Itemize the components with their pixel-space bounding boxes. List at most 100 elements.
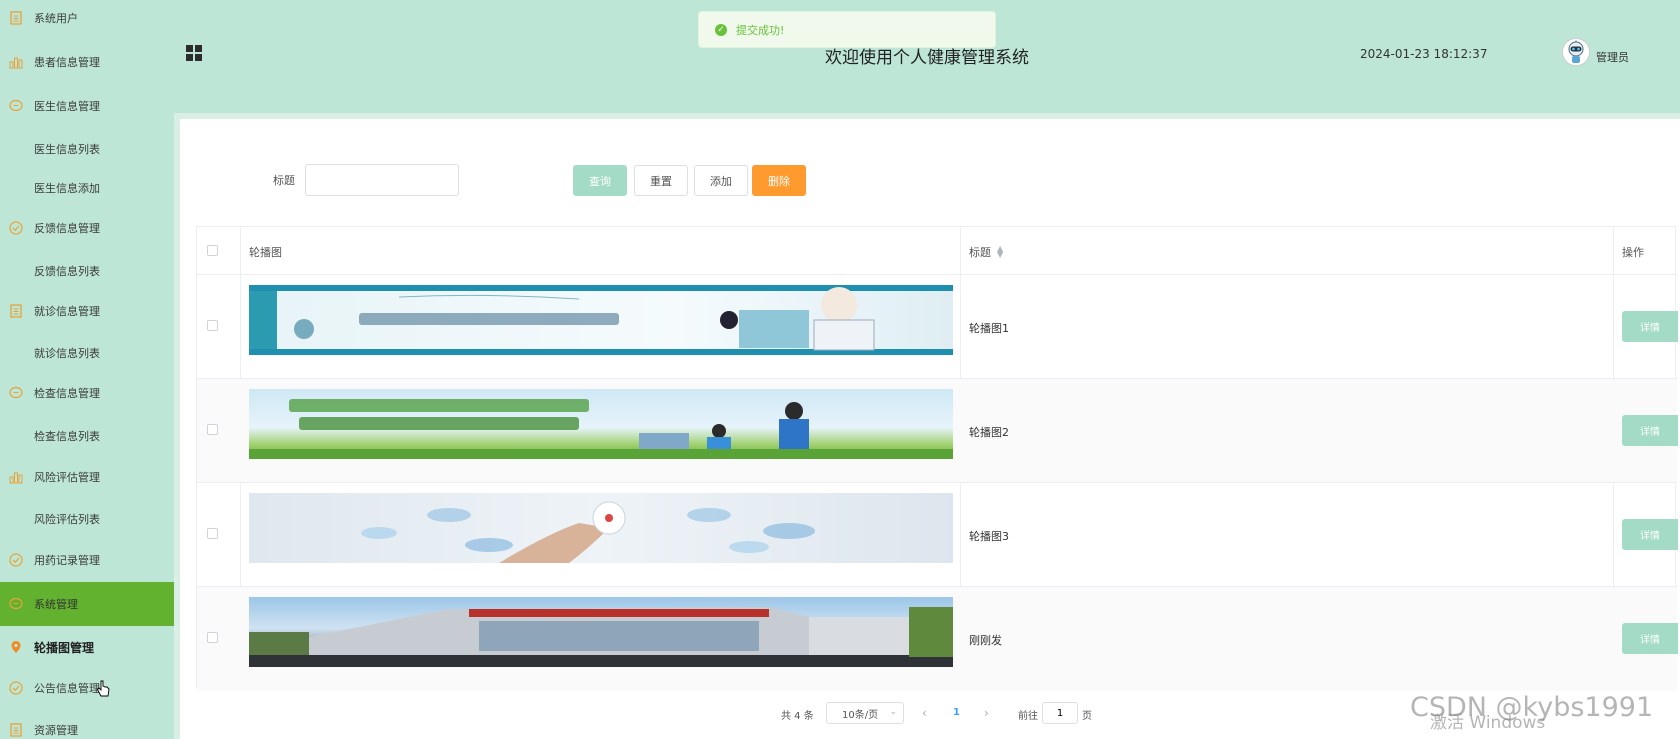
bar-chart-icon xyxy=(8,469,24,485)
toast-message: 提交成功! xyxy=(736,23,785,37)
username[interactable]: 管理员 xyxy=(1596,49,1629,65)
sidebar-item-doctor-list[interactable]: 医生信息列表 xyxy=(0,127,174,171)
sidebar-item-label: 就诊信息列表 xyxy=(34,347,100,360)
hand-cursor-icon xyxy=(96,680,110,697)
sidebar-item-label: 轮播图管理 xyxy=(34,640,95,655)
sidebar-item-label: 医生信息添加 xyxy=(34,182,100,195)
sidebar-item-resources[interactable]: 资源管理 xyxy=(0,708,174,739)
page-suffix-label: 页 xyxy=(1082,711,1092,722)
chat-icon xyxy=(8,596,24,612)
table-row: 轮播图3 详情 xyxy=(197,483,1678,587)
sidebar-item-system-management[interactable]: 系统管理 xyxy=(0,582,174,626)
row-checkbox[interactable] xyxy=(207,320,218,331)
sidebar-item-medication[interactable]: 用药记录管理 xyxy=(0,538,174,582)
detail-button[interactable]: 详情 xyxy=(1622,519,1678,550)
carousel-table: 轮播图 标题 ▲ ▼ 操作 轮播图1 详情 轮播图2 详情 轮播图3 详情 刚刚… xyxy=(196,226,1678,691)
table-row: 刚刚发 详情 xyxy=(197,587,1678,691)
row-checkbox[interactable] xyxy=(207,632,218,643)
sidebar-item-risk[interactable]: 风险评估管理 xyxy=(0,455,174,499)
location-pin-icon xyxy=(8,639,24,655)
success-toast: ✓ 提交成功! xyxy=(698,11,996,48)
column-header-title-label: 标题 xyxy=(969,246,991,259)
next-page-icon[interactable]: › xyxy=(984,706,989,720)
row-title: 刚刚发 xyxy=(969,634,1002,647)
title-search-input[interactable] xyxy=(305,164,459,196)
sidebar-item-label: 检查信息管理 xyxy=(34,387,100,400)
goto-label: 前往 xyxy=(1018,711,1038,722)
table-row: 轮播图1 详情 xyxy=(197,275,1678,379)
page-number-current[interactable]: 1 xyxy=(953,707,960,718)
check-circle-icon xyxy=(8,680,24,696)
sidebar: 系统用户 患者信息管理 医生信息管理 医生信息列表 医生信息添加 反馈信息管理 … xyxy=(0,0,174,739)
carousel-image-hospital-building xyxy=(249,597,953,667)
sidebar-item-system-users[interactable]: 系统用户 xyxy=(0,0,174,40)
sidebar-item-label: 风险评估管理 xyxy=(34,471,100,484)
sidebar-item-label: 用药记录管理 xyxy=(34,554,100,567)
sidebar-item-feedback-list[interactable]: 反馈信息列表 xyxy=(0,249,174,293)
row-title: 轮播图2 xyxy=(969,426,1009,439)
row-checkbox[interactable] xyxy=(207,424,218,435)
sidebar-item-feedback[interactable]: 反馈信息管理 xyxy=(0,206,174,250)
column-header-actions: 操作 xyxy=(1622,246,1644,259)
sidebar-item-doctors[interactable]: 医生信息管理 xyxy=(0,84,174,128)
robot-avatar-icon xyxy=(1568,40,1584,63)
add-button[interactable]: 添加 xyxy=(694,165,748,196)
sidebar-item-doctor-add[interactable]: 医生信息添加 xyxy=(0,166,174,210)
sidebar-item-carousel[interactable]: 轮播图管理 xyxy=(0,625,174,669)
sidebar-item-label: 反馈信息管理 xyxy=(34,222,100,235)
sidebar-item-label: 公告信息管理 xyxy=(34,682,100,695)
sidebar-item-label: 患者信息管理 xyxy=(34,56,100,69)
sort-icon[interactable]: ▲ ▼ xyxy=(997,245,1003,259)
goto-page-input[interactable] xyxy=(1042,702,1078,724)
sidebar-item-visits[interactable]: 就诊信息管理 xyxy=(0,289,174,333)
table-header: 轮播图 标题 ▲ ▼ 操作 xyxy=(197,227,1677,275)
pagination-total: 共 4 条 xyxy=(781,710,814,722)
reset-button[interactable]: 重置 xyxy=(634,165,688,196)
page-size-value: 10条/页 xyxy=(842,709,879,721)
delete-button[interactable]: 删除 xyxy=(752,165,806,196)
sidebar-item-risk-list[interactable]: 风险评估列表 xyxy=(0,497,174,541)
chat-icon xyxy=(8,98,24,114)
windows-activation-watermark: 激活 Windows xyxy=(1430,713,1546,733)
table-row: 轮播图2 详情 xyxy=(197,379,1678,483)
check-circle-icon xyxy=(8,220,24,236)
sidebar-item-label: 医生信息列表 xyxy=(34,143,100,156)
row-checkbox[interactable] xyxy=(207,528,218,539)
sidebar-item-label: 系统管理 xyxy=(34,598,78,611)
search-label: 标题 xyxy=(273,174,295,187)
page-size-select[interactable]: 10条/页 ⌄ xyxy=(826,702,904,724)
sidebar-item-label: 检查信息列表 xyxy=(34,430,100,443)
sidebar-item-label: 系统用户 xyxy=(34,12,78,25)
sidebar-item-announcements[interactable]: 公告信息管理 xyxy=(0,666,174,710)
detail-button[interactable]: 详情 xyxy=(1622,623,1678,654)
select-all-checkbox[interactable] xyxy=(207,245,218,256)
prev-page-icon[interactable]: ‹ xyxy=(922,706,927,720)
doc-icon xyxy=(8,10,24,26)
sidebar-item-patients[interactable]: 患者信息管理 xyxy=(0,40,174,84)
bar-chart-icon xyxy=(8,54,24,70)
carousel-image-medical-tech xyxy=(249,493,953,563)
column-header-title[interactable]: 标题 ▲ ▼ xyxy=(969,244,1003,260)
detail-button[interactable]: 详情 xyxy=(1622,415,1678,446)
column-header-image: 轮播图 xyxy=(249,246,282,259)
sidebar-item-label: 风险评估列表 xyxy=(34,513,100,526)
row-title: 轮播图3 xyxy=(969,530,1009,543)
carousel-image-health-education xyxy=(249,285,953,355)
doc-icon xyxy=(8,303,24,319)
sidebar-item-label: 医生信息管理 xyxy=(34,100,100,113)
doc-icon xyxy=(8,722,24,738)
detail-button[interactable]: 详情 xyxy=(1622,311,1678,342)
chevron-down-icon: ⌄ xyxy=(889,707,897,717)
sidebar-item-exams[interactable]: 检查信息管理 xyxy=(0,371,174,415)
check-icon: ✓ xyxy=(715,23,727,36)
sidebar-item-label: 就诊信息管理 xyxy=(34,305,100,318)
sidebar-item-label: 资源管理 xyxy=(34,724,78,737)
sidebar-item-label: 反馈信息列表 xyxy=(34,265,100,278)
query-button[interactable]: 查询 xyxy=(573,165,627,196)
sidebar-item-visit-list[interactable]: 就诊信息列表 xyxy=(0,331,174,375)
sidebar-item-exam-list[interactable]: 检查信息列表 xyxy=(0,414,174,458)
carousel-image-family-health xyxy=(249,389,953,459)
check-circle-icon xyxy=(8,552,24,568)
chat-icon xyxy=(8,385,24,401)
avatar[interactable] xyxy=(1562,38,1590,66)
